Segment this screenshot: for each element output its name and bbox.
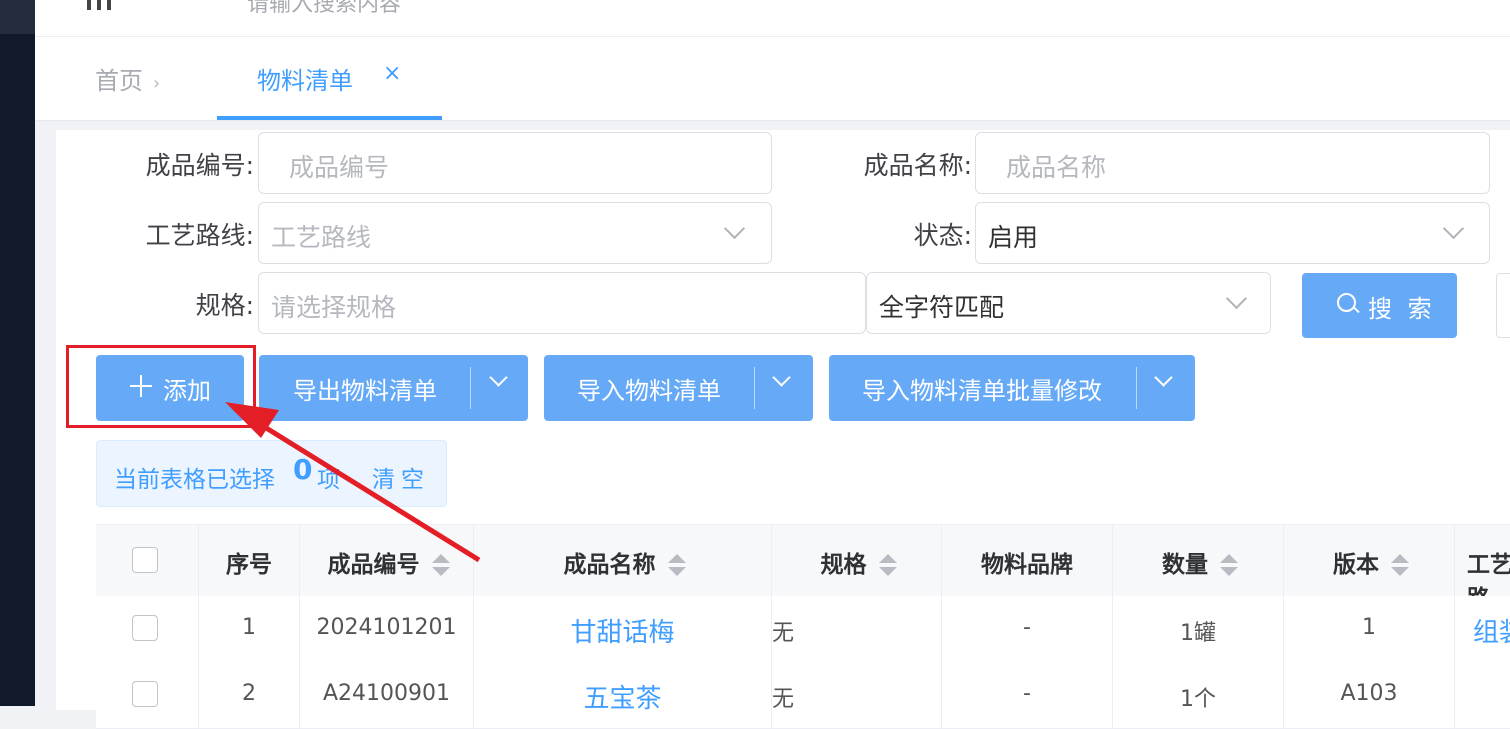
sidebar-logo-area: [0, 0, 35, 34]
arrow-shaft: [253, 418, 481, 563]
main-area: 请输入搜索内容 首页 › 物料清单 × 成品编号: 成品编号 成品名称: 成品名称…: [35, 0, 1510, 729]
annotation-arrow: [225, 402, 481, 563]
sidebar: [0, 0, 35, 706]
